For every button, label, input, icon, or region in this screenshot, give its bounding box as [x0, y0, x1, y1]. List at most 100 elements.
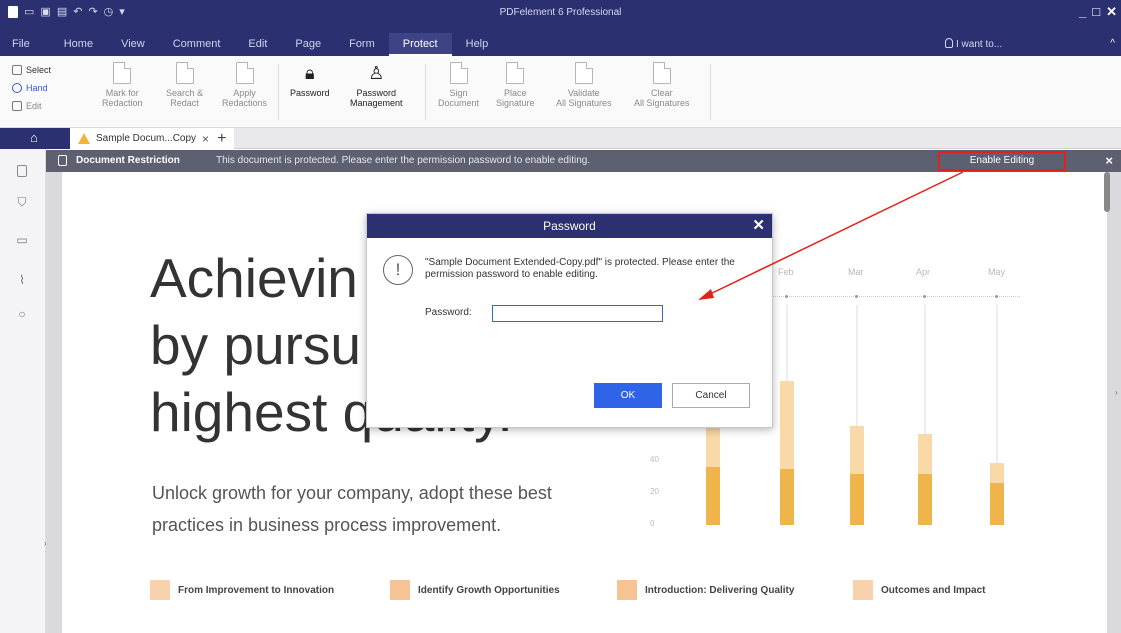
place-signature-button[interactable]: Place Signature — [496, 62, 535, 108]
button-label: Mark for — [105, 88, 139, 98]
password-label: Password: — [425, 307, 472, 318]
ok-button[interactable]: OK — [594, 383, 662, 408]
password-button[interactable]: 🔒︎ Password — [290, 62, 330, 98]
chart-marker-dot — [785, 295, 788, 298]
menu-page[interactable]: Page — [281, 33, 335, 56]
edit-mode-button[interactable]: Edit — [12, 98, 51, 113]
dialog-title: Password — [543, 219, 596, 233]
month-label: May — [988, 267, 1006, 277]
home-tab[interactable]: ⌂ — [0, 128, 70, 149]
footer-item: Introduction: Delivering Quality — [617, 580, 794, 600]
ribbon-separator — [278, 64, 279, 120]
search-redact-button[interactable]: Search & Redact — [166, 62, 203, 108]
password-input[interactable] — [492, 305, 663, 322]
y-tick-label: 20 — [650, 487, 659, 496]
place-signature-icon — [506, 62, 525, 84]
button-label: Redact — [170, 98, 199, 108]
ribbon-separator — [710, 64, 711, 120]
maximize-button[interactable]: □ — [1092, 4, 1100, 20]
ribbon-toolbar: Select Hand Edit Mark for Redaction Sear… — [0, 56, 1121, 128]
comment-icon[interactable]: ▭ — [15, 233, 29, 247]
bookmark-icon[interactable]: ⛉ — [15, 195, 29, 209]
search-redact-icon — [175, 62, 194, 84]
document-restriction-bar: Document Restriction This document is pr… — [46, 150, 1121, 172]
apply-redactions-button[interactable]: Apply Redactions — [222, 62, 267, 108]
sign-document-icon — [449, 62, 468, 84]
bar-dark — [990, 483, 1004, 525]
menu-edit[interactable]: Edit — [234, 33, 281, 56]
clear-signature-icon — [652, 62, 671, 84]
menu-home[interactable]: Home — [50, 33, 107, 56]
grid-icon — [390, 580, 410, 600]
lock-icon: 🔒︎ — [304, 63, 315, 83]
dialog-close-icon[interactable]: ✕ — [752, 214, 765, 238]
new-tab-icon[interactable]: + — [217, 130, 226, 148]
attachment-icon[interactable]: ⌇ — [15, 273, 29, 287]
button-label: Password — [356, 88, 397, 98]
bar-dark — [918, 473, 932, 525]
dialog-header: Password ✕ — [367, 214, 772, 238]
dialog-message: "Sample Document Extended-Copy.pdf" is p… — [425, 257, 735, 280]
enable-editing-button[interactable]: Enable Editing — [938, 151, 1066, 171]
collapse-ribbon-icon[interactable]: ^ — [1110, 38, 1115, 49]
clear-signatures-button[interactable]: Clear All Signatures — [634, 62, 690, 108]
menu-form[interactable]: Form — [335, 33, 389, 56]
menu-comment[interactable]: Comment — [159, 33, 235, 56]
footer-item-label: From Improvement to Innovation — [178, 584, 335, 596]
sign-document-button[interactable]: Sign Document — [438, 62, 479, 108]
button-label: Apply — [233, 88, 256, 98]
user-lock-icon: ♙ — [368, 63, 385, 83]
menu-help[interactable]: Help — [452, 33, 503, 56]
footer-item-label: Identify Growth Opportunities — [418, 584, 560, 596]
button-label: Password — [290, 88, 330, 98]
document-tab[interactable]: Sample Docum...Copy × + — [70, 128, 235, 149]
bar-dark — [706, 467, 720, 525]
month-label: Feb — [778, 267, 794, 277]
y-tick-label: 40 — [650, 455, 659, 464]
close-window-button[interactable]: ✕ — [1106, 4, 1117, 20]
vertical-scrollbar[interactable] — [1104, 172, 1110, 212]
minimize-button[interactable]: _ — [1079, 4, 1086, 20]
expand-right-panel-icon[interactable]: › — [1115, 388, 1118, 397]
subtext-line: Unlock growth for your company, adopt th… — [152, 483, 552, 503]
restriction-message: This document is protected. Please enter… — [216, 155, 591, 166]
mark-for-redaction-button[interactable]: Mark for Redaction — [102, 62, 143, 108]
search-icon[interactable]: ○ — [15, 307, 29, 321]
select-mode-button[interactable]: Select — [12, 62, 51, 77]
button-label: Redactions — [222, 98, 268, 108]
cursor-icon — [12, 64, 22, 75]
chart-marker-dot — [995, 295, 998, 298]
password-management-button[interactable]: ♙ Password Management — [350, 62, 403, 108]
menu-bar: File Home View Comment Edit Page Form Pr… — [0, 33, 502, 56]
search-placeholder: I want to... — [956, 39, 1003, 50]
search-box[interactable]: I want to... — [945, 38, 1035, 50]
button-label: Search & — [166, 88, 204, 98]
left-sidebar: ⛉ ▭ ⌇ ○ › — [0, 149, 47, 633]
restriction-title: Document Restriction — [76, 155, 180, 166]
close-tab-icon[interactable]: × — [202, 132, 209, 146]
validate-signatures-button[interactable]: Validate All Signatures — [556, 62, 612, 108]
menu-view[interactable]: View — [107, 33, 159, 56]
month-label: Mar — [848, 267, 864, 277]
hand-mode-button[interactable]: Hand — [12, 80, 51, 95]
month-label: Apr — [916, 267, 931, 277]
frame-icon — [853, 580, 873, 600]
ribbon-separator — [425, 64, 426, 120]
button-label: Management — [350, 98, 403, 108]
document-tab-label: Sample Docum...Copy — [96, 133, 197, 144]
select-label: Select — [26, 64, 52, 75]
bar-dark — [780, 469, 794, 525]
menu-file[interactable]: File — [0, 33, 50, 56]
mark-redaction-icon — [113, 62, 132, 84]
hand-label: Hand — [26, 82, 48, 93]
lock-icon — [58, 155, 67, 166]
close-restriction-icon[interactable]: × — [1105, 150, 1113, 172]
mode-group: Select Hand Edit — [12, 62, 51, 113]
edit-label: Edit — [26, 100, 42, 111]
menu-protect[interactable]: Protect — [388, 33, 452, 56]
document-tab-bar: ⌂ Sample Docum...Copy × + — [0, 128, 1121, 149]
footer-item: Identify Growth Opportunities — [390, 580, 560, 600]
button-label: Signature — [496, 98, 535, 108]
cancel-button[interactable]: Cancel — [672, 383, 750, 408]
thumbnails-icon[interactable] — [17, 165, 27, 177]
